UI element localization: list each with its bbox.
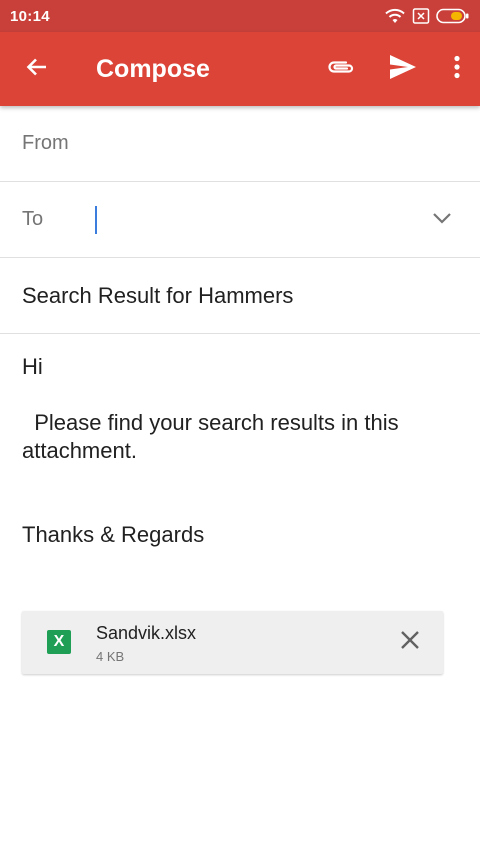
chevron-down-icon <box>432 211 452 229</box>
sim-icon <box>412 7 430 25</box>
to-field-row: To <box>0 182 480 258</box>
close-icon <box>400 630 420 655</box>
more-options-button[interactable] <box>434 32 480 106</box>
status-icons <box>384 7 470 25</box>
battery-icon <box>436 8 470 24</box>
wifi-icon <box>384 7 406 25</box>
app-bar: Compose <box>0 32 480 106</box>
from-label: From <box>22 132 69 154</box>
from-field[interactable]: From <box>0 106 480 182</box>
attachment-size: 4 KB <box>96 649 125 664</box>
spreadsheet-icon: X <box>47 630 71 654</box>
attach-icon <box>326 58 356 81</box>
back-button[interactable] <box>0 32 74 106</box>
status-time: 10:14 <box>10 7 50 25</box>
to-input[interactable] <box>95 205 395 235</box>
page-title: Compose <box>96 54 210 83</box>
back-arrow-icon <box>25 55 49 84</box>
body-signoff: Thanks & Regards <box>22 522 205 547</box>
attach-button[interactable] <box>310 32 372 106</box>
attachment-chip[interactable]: X Sandvik.xlsx 4 KB <box>22 611 443 674</box>
to-label: To <box>22 208 44 230</box>
subject-field[interactable]: Search Result for Hammers <box>0 258 480 334</box>
more-vert-icon <box>453 55 461 84</box>
body-greeting: Hi <box>22 354 43 379</box>
body-message: Please find your search results in this … <box>22 410 405 463</box>
expand-recipients-button[interactable] <box>426 204 458 236</box>
email-body[interactable]: Hi Please find your search results in th… <box>22 350 462 549</box>
app-bar-actions <box>310 32 480 106</box>
subject-text: Search Result for Hammers <box>22 282 294 308</box>
remove-attachment-button[interactable] <box>395 627 425 657</box>
attachment-name: Sandvik.xlsx <box>96 623 197 643</box>
text-cursor <box>95 205 98 234</box>
send-button[interactable] <box>372 32 434 106</box>
status-bar: 10:14 <box>0 0 480 32</box>
send-icon <box>389 54 417 85</box>
